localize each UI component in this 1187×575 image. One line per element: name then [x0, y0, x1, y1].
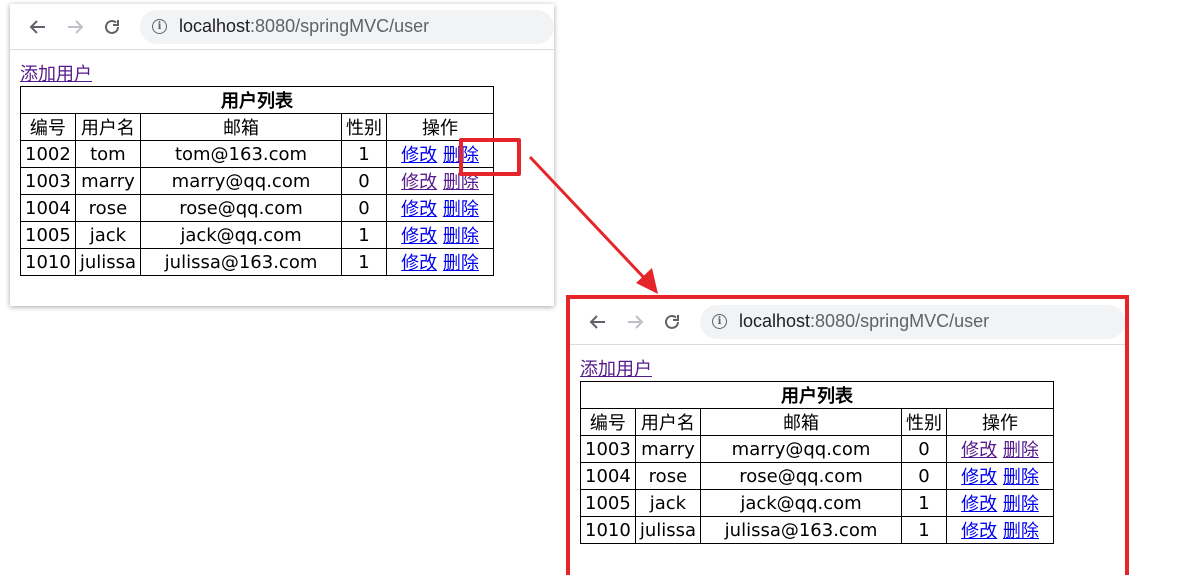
cell-gender: 0: [901, 462, 948, 490]
table-row: 1005 jack jack@qq.com 1 修改 删除: [580, 489, 1055, 517]
browser-after-delete: i localhost:8080/springMVC/user 添加用户 用户列…: [566, 295, 1129, 575]
browser-toolbar: i localhost:8080/springMVC/user: [570, 299, 1125, 345]
url-host: localhost: [739, 311, 811, 331]
cell-id: 1010: [580, 516, 636, 544]
delete-link[interactable]: 删除: [1003, 494, 1039, 515]
back-arrow-icon[interactable]: [586, 310, 610, 334]
cell-gender: 1: [901, 516, 948, 544]
cell-gender: 1: [901, 489, 948, 517]
cell-gender: 0: [901, 435, 948, 463]
header-id: 编号: [580, 408, 636, 436]
cell-email: rose@qq.com: [700, 462, 903, 490]
header-email: 邮箱: [700, 408, 903, 436]
cell-email: marry@qq.com: [700, 435, 903, 463]
cell-actions: 修改 删除: [946, 516, 1055, 544]
forward-arrow-icon[interactable]: [623, 310, 647, 334]
cell-username: jack: [634, 489, 702, 517]
table-header-row: 编号 用户名 邮箱 性别 操作: [580, 408, 1055, 436]
cell-id: 1005: [580, 489, 636, 517]
info-icon[interactable]: i: [712, 314, 727, 329]
table-row: 1010 julissa julissa@163.com 1 修改 删除: [580, 516, 1055, 544]
cell-id: 1004: [580, 462, 636, 490]
add-user-link[interactable]: 添加用户: [580, 359, 652, 381]
table-title: 用户列表: [579, 381, 1055, 409]
delete-link[interactable]: 删除: [1003, 521, 1039, 542]
edit-link[interactable]: 修改: [961, 440, 997, 461]
cell-username: rose: [634, 462, 702, 490]
cell-actions: 修改 删除: [946, 435, 1055, 463]
url-path: :8080/springMVC/user: [810, 311, 990, 331]
address-bar[interactable]: i localhost:8080/springMVC/user: [700, 304, 1125, 339]
cell-email: jack@qq.com: [700, 489, 903, 517]
reload-icon[interactable]: [660, 310, 684, 334]
cell-email: julissa@163.com: [700, 516, 903, 544]
user-table: 用户列表 编号 用户名 邮箱 性别 操作 1003 marry marry@qq…: [579, 381, 1055, 544]
url-text: localhost:8080/springMVC/user: [739, 311, 989, 332]
edit-link[interactable]: 修改: [961, 467, 997, 488]
cell-username: julissa: [634, 516, 702, 544]
delete-link[interactable]: 删除: [1003, 467, 1039, 488]
table-row: 1003 marry marry@qq.com 0 修改 删除: [580, 435, 1055, 463]
header-actions: 操作: [946, 408, 1055, 436]
cell-username: marry: [634, 435, 702, 463]
cell-id: 1003: [580, 435, 636, 463]
delete-link[interactable]: 删除: [1003, 440, 1039, 461]
header-username: 用户名: [634, 408, 702, 436]
cell-actions: 修改 删除: [946, 462, 1055, 490]
header-gender: 性别: [901, 408, 948, 436]
table-row: 1004 rose rose@qq.com 0 修改 删除: [580, 462, 1055, 490]
edit-link[interactable]: 修改: [961, 521, 997, 542]
edit-link[interactable]: 修改: [961, 494, 997, 515]
cell-actions: 修改 删除: [946, 489, 1055, 517]
page-content: 添加用户 用户列表 编号 用户名 邮箱 性别 操作 1003 marry mar…: [570, 345, 1125, 544]
